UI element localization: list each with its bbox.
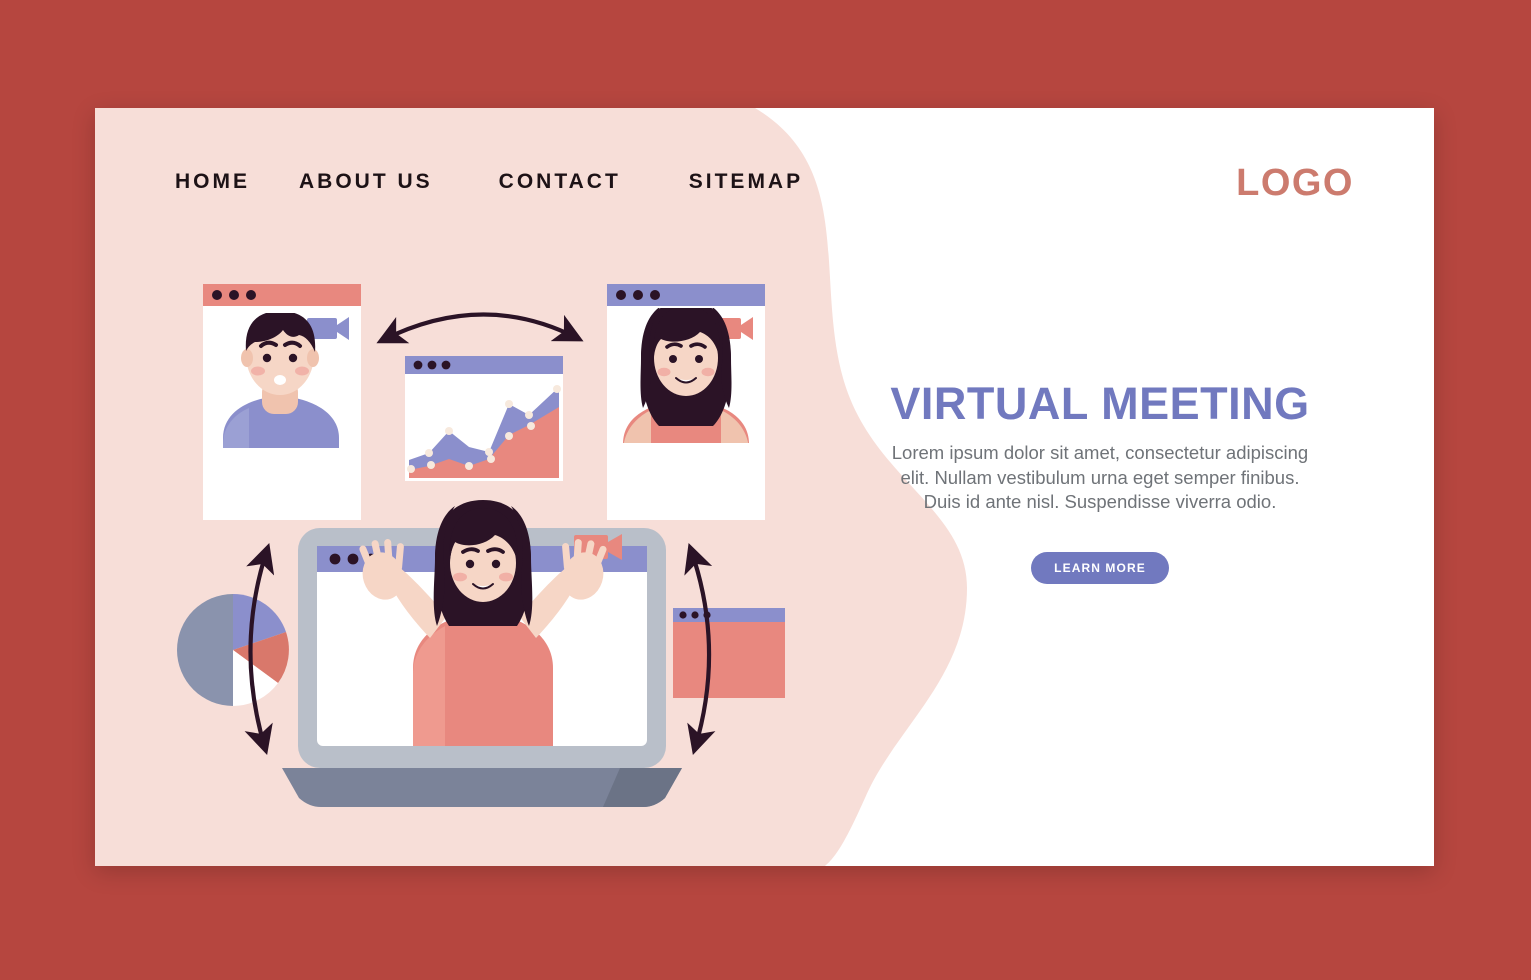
pie-chart (177, 594, 289, 706)
curved-arrow-right (684, 543, 716, 756)
main-navigation: HOME ABOUT US CONTACT SITEMAP (175, 170, 803, 194)
video-camera-icon (711, 317, 753, 340)
small-salmon-window (673, 608, 785, 698)
arch-arrow-top (376, 312, 584, 344)
window-dot (650, 290, 660, 300)
nav-item-home[interactable]: HOME (175, 170, 250, 194)
video-camera-icon (574, 534, 622, 560)
woman-waving-avatar (359, 500, 607, 746)
laptop (282, 500, 682, 807)
curved-arrow-left (244, 543, 275, 756)
window-dot (633, 290, 643, 300)
window-titlebar (203, 284, 361, 306)
page-title: VIRTUAL MEETING (890, 378, 1310, 429)
area-chart-window (405, 356, 563, 481)
window-titlebar (673, 608, 785, 622)
hero-text-block: VIRTUAL MEETING Lorem ipsum dolor sit am… (860, 378, 1340, 585)
window-dot (229, 290, 239, 300)
right-hand (562, 539, 607, 600)
hero-card: HOME ABOUT US CONTACT SITEMAP LOGO VIRTU… (95, 108, 1434, 866)
window-dot (212, 290, 222, 300)
man-avatar (223, 313, 339, 448)
video-camera-icon (307, 317, 349, 340)
window-dot (413, 360, 423, 370)
woman-video-window (607, 284, 765, 520)
window-dot (616, 290, 626, 300)
nav-item-sitemap[interactable]: SITEMAP (689, 170, 803, 194)
window-dot (329, 553, 341, 565)
area-chart (407, 385, 561, 478)
nav-item-contact[interactable]: CONTACT (499, 170, 621, 194)
window-titlebar (317, 546, 647, 572)
window-dot (703, 611, 711, 619)
man-video-window (203, 284, 361, 520)
woman-avatar (623, 308, 749, 443)
window-dot (691, 611, 699, 619)
learn-more-button[interactable]: LEARN MORE (1031, 552, 1169, 585)
window-dot (441, 360, 451, 370)
window-dot (427, 360, 437, 370)
window-titlebar (607, 284, 765, 306)
hero-description: Lorem ipsum dolor sit amet, consectetur … (891, 442, 1309, 513)
logo[interactable]: LOGO (1236, 162, 1354, 205)
window-dot (246, 290, 256, 300)
window-dot (679, 611, 687, 619)
nav-item-about-us[interactable]: ABOUT US (299, 170, 433, 194)
window-dot (365, 553, 377, 565)
left-hand (359, 538, 404, 600)
window-titlebar (405, 356, 563, 374)
page-root: HOME ABOUT US CONTACT SITEMAP LOGO VIRTU… (0, 0, 1531, 980)
window-dot (347, 553, 359, 565)
